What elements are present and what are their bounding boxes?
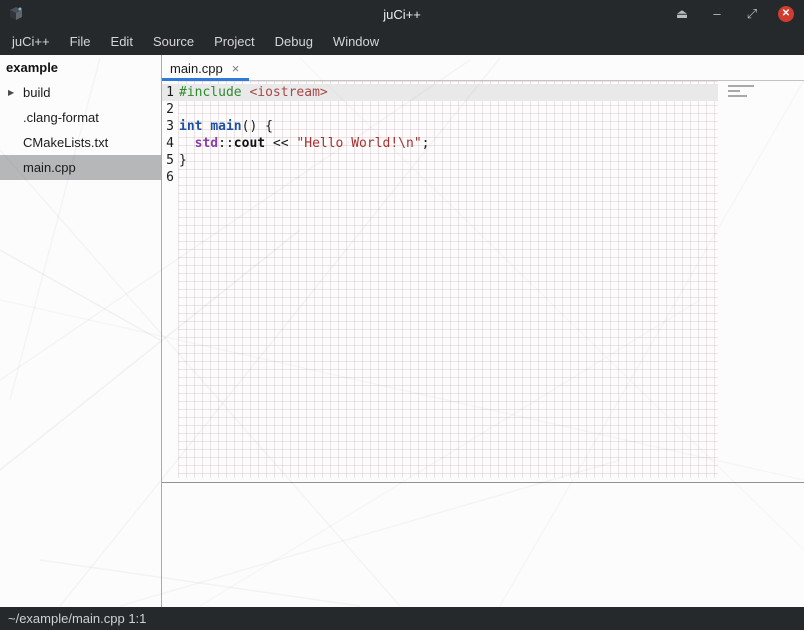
sidebar-item-label: CMakeLists.txt: [23, 135, 108, 150]
line-number: 5: [162, 152, 174, 169]
tab-close-icon[interactable]: ×: [232, 61, 240, 76]
minimize-icon[interactable]: –: [708, 5, 726, 23]
sidebar-item--clang-format[interactable]: .clang-format: [0, 105, 161, 130]
bottom-panel: [162, 483, 804, 607]
content-area: example ▶ build .clang-format CMakeLists.tx…: [0, 55, 804, 607]
code-text: #include <iostream>: [179, 84, 328, 101]
project-root-label[interactable]: example: [0, 55, 161, 80]
sidebar-item-label: .clang-format: [23, 110, 99, 125]
code-lines: 1#include <iostream>23int main() {4 std:…: [162, 81, 804, 186]
menubar: juCi++FileEditSourceProjectDebugWindow: [0, 28, 804, 55]
keep-above-icon[interactable]: ⏏: [673, 5, 691, 23]
menu-source[interactable]: Source: [143, 30, 204, 53]
menu-juci[interactable]: juCi++: [2, 30, 60, 53]
code-editor[interactable]: 1#include <iostream>23int main() {4 std:…: [162, 81, 804, 482]
code-line-4[interactable]: 4 std::cout << "Hello World!\n";: [162, 135, 718, 152]
menu-file[interactable]: File: [60, 30, 101, 53]
maximize-icon[interactable]: ⤢: [743, 5, 761, 23]
line-number: 4: [162, 135, 174, 152]
minimap-line: [728, 95, 747, 97]
code-text: }: [179, 152, 187, 169]
line-number: 2: [162, 101, 174, 118]
line-number: 3: [162, 118, 174, 135]
editor-pane: main.cpp × 1 #include <iostream> 23 int mai…: [162, 55, 804, 607]
titlebar: juCi++ ⏏ – ⤢ ✕: [0, 0, 804, 28]
sidebar-item-label: main.cpp: [23, 160, 76, 175]
code-text: std::cout << "Hello World!\n";: [179, 135, 429, 152]
window-controls: ⏏ – ⤢ ✕: [673, 0, 794, 28]
code-line-5[interactable]: 5}: [162, 152, 718, 169]
minimap-line: [728, 90, 740, 92]
minimap-line: [728, 85, 754, 87]
expander-icon[interactable]: ▶: [8, 80, 14, 105]
minimap: [728, 85, 758, 100]
line-number: 1: [162, 84, 174, 101]
file-tree-sidebar: example ▶ build .clang-format CMakeLists.tx…: [0, 55, 162, 607]
code-line-2[interactable]: 2: [162, 101, 718, 118]
sidebar-item-main-cpp[interactable]: main.cpp: [0, 155, 161, 180]
tab-label: main.cpp: [170, 61, 223, 76]
code-line-3[interactable]: 3 int main() {: [162, 118, 718, 135]
menu-edit[interactable]: Edit: [101, 30, 143, 53]
code-line-6[interactable]: 6: [162, 169, 718, 186]
app-window: juCi++ ⏏ – ⤢ ✕ juCi++FileEditSourceProje…: [0, 0, 804, 630]
statusbar: ~/example/main.cpp 1:1: [0, 607, 804, 630]
sidebar-item-label: build: [23, 85, 50, 100]
sidebar-item-cmakelists-txt[interactable]: CMakeLists.txt: [0, 130, 161, 155]
code-line-1[interactable]: 1 #include <iostream>: [162, 84, 718, 101]
menu-project[interactable]: Project: [204, 30, 264, 53]
line-number: 6: [162, 169, 174, 186]
code-text: int main() {: [179, 118, 273, 135]
tab-main-cpp[interactable]: main.cpp ×: [162, 55, 249, 81]
sidebar-item-build[interactable]: ▶ build: [0, 80, 161, 105]
menu-window[interactable]: Window: [323, 30, 389, 53]
close-icon[interactable]: ✕: [778, 6, 794, 22]
tabbar: main.cpp ×: [162, 55, 804, 81]
file-tree: ▶ build .clang-format CMakeLists.txt main.cp…: [0, 80, 161, 180]
menu-debug[interactable]: Debug: [265, 30, 323, 53]
